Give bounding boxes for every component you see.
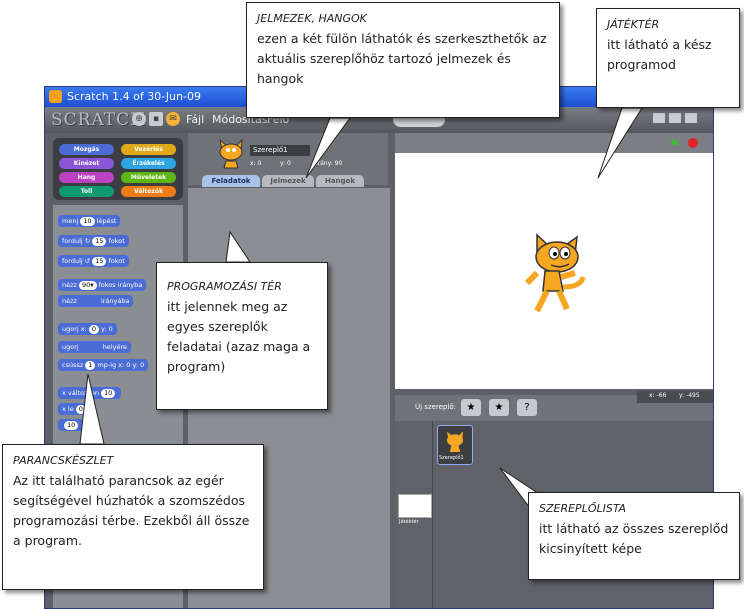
callout-costumes-sounds: JELMEZEK, HANGOK ezen a két fülön láthat… — [246, 2, 560, 118]
callout-sprite-list: SZEREPLŐLISTA itt látható az összes szer… — [528, 492, 740, 580]
callout-stage: JÁTÉKTÉR itt látható a kész programod — [596, 8, 740, 108]
callout-scripts-area-text: itt jelennek meg az egyes szereplők fela… — [167, 299, 311, 374]
callout-blocks-palette-text: Az itt található parancsok az egér segít… — [13, 473, 250, 548]
callout-costumes-sounds-title: JELMEZEK, HANGOK — [257, 12, 367, 25]
callout-blocks-palette: PARANCSKÉSZLET Az itt található parancso… — [2, 444, 264, 590]
callout-sprite-list-text: itt látható az összes szereplőd kicsinyí… — [539, 521, 729, 556]
callout-stage-title: JÁTÉKTÉR — [607, 18, 660, 31]
callout-stage-text: itt látható a kész programod — [607, 37, 712, 72]
pointer-jatekter — [597, 107, 643, 179]
callout-sprite-list-title: SZEREPLŐLISTA — [539, 502, 627, 515]
pointer-jelmezek — [305, 117, 351, 179]
pointer-parancskeszlet — [79, 373, 105, 445]
callout-blocks-palette-title: PARANCSKÉSZLET — [13, 454, 114, 467]
callout-scripts-area: PROGRAMOZÁSI TÉR itt jelennek meg az egy… — [156, 262, 328, 410]
pointer-programozasi — [225, 230, 251, 263]
callout-scripts-area-title: PROGRAMOZÁSI TÉR — [167, 280, 282, 293]
callout-costumes-sounds-text: ezen a két fülön láthatók és szerkeszthe… — [257, 31, 547, 86]
